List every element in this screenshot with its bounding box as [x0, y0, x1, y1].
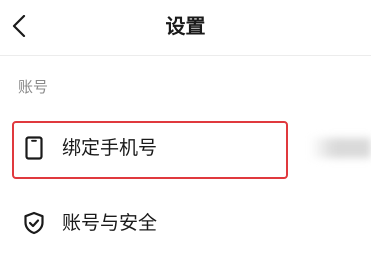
phone-number-value	[310, 138, 371, 158]
settings-row-account-security[interactable]: 账号与安全	[0, 201, 371, 245]
nav-bar: 设置	[0, 0, 371, 52]
page-title: 设置	[165, 14, 206, 38]
shield-check-icon	[24, 211, 44, 235]
phone-icon	[25, 136, 43, 160]
nav-divider	[0, 55, 371, 56]
settings-row-label: 绑定手机号	[62, 137, 158, 159]
section-header-account: 账号	[18, 78, 49, 96]
settings-page: 设置 账号 绑定手机号 账号与安全	[0, 0, 371, 264]
settings-row-label: 账号与安全	[62, 212, 158, 234]
settings-row-bind-phone[interactable]: 绑定手机号	[0, 126, 371, 170]
